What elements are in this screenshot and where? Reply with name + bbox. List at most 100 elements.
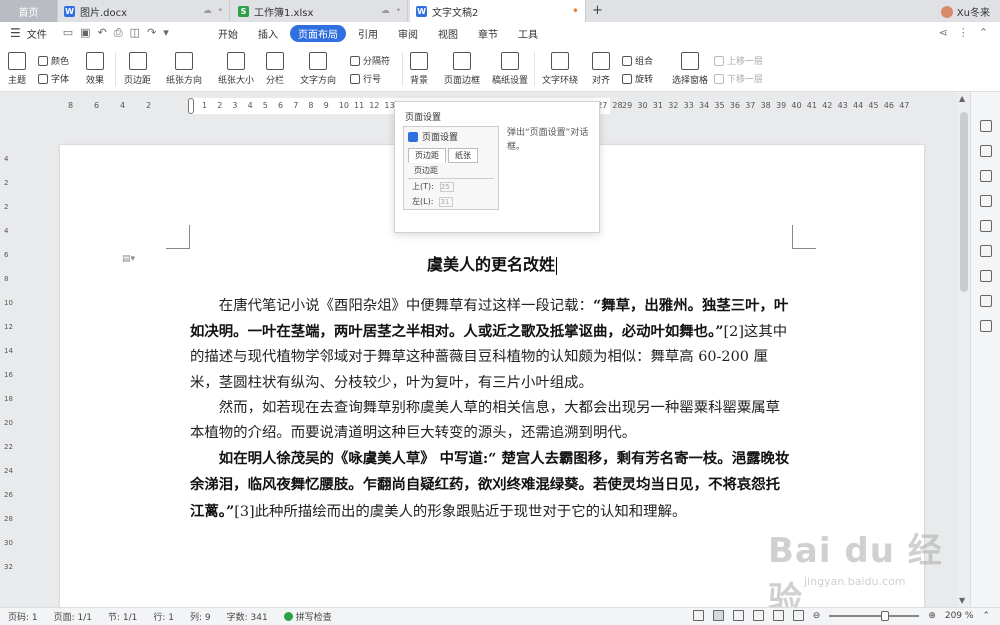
zoom-slider[interactable] [829, 610, 920, 621]
menu-tools[interactable]: 工具 [510, 25, 546, 42]
paragraph-2[interactable]: 然而，如若现在去查询舞草别称虞美人草的相关信息，大都会出现另一种罂粟科罂粟属草本… [190, 396, 794, 446]
ruler-tick: 32 [668, 101, 679, 110]
scroll-thumb[interactable] [960, 112, 968, 292]
document-body[interactable]: 在唐代笔记小说《酉阳杂俎》中便舞草有过这样一段记载：“舞草，出雅州。独茎三叶，叶… [190, 293, 794, 525]
paragraph-3[interactable]: 如在明人徐茂吴的《咏虞美人草》 中写道:“ 楚宫人去霸图移，剩有芳名寄一枝。浥露… [190, 446, 794, 525]
style-icon[interactable] [979, 145, 992, 157]
font-button[interactable]: 字体 [38, 72, 69, 85]
read-mode-icon[interactable] [772, 610, 784, 621]
group-button[interactable]: 组合 [622, 54, 653, 67]
vertical-ruler[interactable]: 4 2 2 4 6 8 10 12 14 16 18 20 22 24 26 28 30 32 [4, 145, 14, 605]
collapse-icon[interactable]: ⌃ [979, 26, 988, 39]
save-icon[interactable]: ▣ [80, 26, 90, 40]
cloud-icon[interactable]: ☁ [381, 6, 390, 16]
send-backward-button[interactable]: 下移一层 [714, 72, 763, 85]
manuscript-button[interactable]: 稿纸设置 [492, 52, 528, 86]
ruler-tick: 10 [338, 101, 349, 110]
tab-home[interactable]: 首页 [0, 0, 58, 22]
menu-review[interactable]: 审阅 [390, 25, 426, 42]
translate-icon[interactable] [979, 320, 992, 332]
redo-icon[interactable]: ↷ [147, 26, 156, 40]
theme-button[interactable]: 主题 [8, 52, 26, 86]
align-button[interactable]: 对齐 [592, 52, 610, 86]
indent-marker[interactable] [188, 98, 194, 114]
bring-forward-button[interactable]: 上移一层 [714, 54, 763, 67]
menu-start[interactable]: 开始 [210, 25, 246, 42]
user-account[interactable]: Xu冬来 [940, 4, 990, 19]
margin-corner [792, 225, 816, 249]
zoom-in-icon[interactable]: ⊕ [928, 611, 936, 621]
avatar [940, 5, 953, 18]
zoom-out-icon[interactable]: ⊖ [813, 611, 821, 621]
tab-workbook-xlsx[interactable]: S 工作簿1.xlsx ☁ • [232, 0, 408, 22]
tab-label: 文字文稿2 [432, 7, 479, 19]
menu-icon[interactable]: ☰ [10, 26, 21, 40]
zoom-level[interactable]: 209 % [945, 611, 974, 621]
menu-view[interactable]: 视图 [430, 25, 466, 42]
text-caret [556, 256, 557, 275]
lock-icon[interactable] [979, 245, 992, 257]
rotate-button[interactable]: 旋转 [622, 72, 653, 85]
cloud-icon[interactable]: ☁ [203, 6, 212, 16]
print-icon[interactable]: ⎙ [114, 26, 123, 40]
new-tab-button[interactable]: + [592, 3, 603, 18]
spell-check-button[interactable]: 拼写检查 [283, 610, 332, 623]
line-number-icon [350, 73, 360, 84]
scroll-up-icon[interactable]: ▲ [959, 94, 965, 103]
fit-page-icon[interactable] [692, 610, 704, 621]
file-menu[interactable]: 文件 [27, 26, 47, 41]
ruler-tick: 46 [883, 101, 894, 110]
close-tab-icon[interactable]: • [396, 6, 401, 16]
menu-insert[interactable]: 插入 [250, 25, 286, 42]
web-view-icon[interactable] [752, 610, 764, 621]
shape-icon[interactable] [979, 195, 992, 207]
open-icon[interactable]: ▭ [63, 26, 73, 40]
zoom-slider-knob[interactable] [881, 610, 890, 621]
effect-button[interactable]: 效果 [86, 52, 104, 86]
page-border-icon [453, 52, 471, 70]
tab-document-2[interactable]: W 文字文稿2 • [410, 0, 586, 22]
text-direction-button[interactable]: 文字方向 [300, 52, 336, 86]
separator-button[interactable]: 分隔符 [350, 54, 390, 67]
ruler-tick: 3 [232, 101, 238, 110]
eye-protect-icon[interactable] [792, 610, 804, 621]
vertical-scrollbar[interactable]: ▲ ▼ [958, 92, 970, 607]
select-icon[interactable] [979, 220, 992, 232]
text-wrap-button[interactable]: 文字环绕 [542, 52, 578, 86]
undo-icon[interactable]: ↶ [98, 26, 107, 40]
page-view-icon[interactable] [712, 610, 724, 621]
color-button[interactable]: 颜色 [38, 54, 69, 67]
select-pane-button[interactable]: 选择窗格 [672, 52, 708, 86]
close-tab-icon[interactable]: • [218, 6, 223, 16]
menu-references[interactable]: 引用 [350, 25, 386, 42]
share-icon[interactable]: ⋖ [939, 26, 948, 39]
page-border-button[interactable]: 页面边框 [444, 52, 480, 86]
tab-image-docx[interactable]: W 图片.docx ☁ • [58, 0, 230, 22]
status-word-count[interactable]: 字数: 341 [227, 610, 268, 623]
line-number-button[interactable]: 行号 [350, 72, 381, 85]
more-icon[interactable]: ⋮ [958, 26, 969, 39]
columns-button[interactable]: 分栏 [266, 52, 284, 86]
tab-label: 图片.docx [80, 7, 128, 19]
paper-size-button[interactable]: 纸张大小 [218, 52, 254, 86]
preview-icon[interactable]: ◫ [130, 26, 140, 40]
unsaved-dot-icon[interactable]: • [572, 4, 579, 18]
fill-icon[interactable] [979, 170, 992, 182]
paragraph-1[interactable]: 在唐代笔记小说《酉阳杂俎》中便舞草有过这样一段记载：“舞草，出雅州。独茎三叶，叶… [190, 293, 794, 396]
margin-button[interactable]: 页边距 [124, 52, 151, 86]
history-icon[interactable] [979, 295, 992, 307]
settings-icon[interactable] [979, 270, 992, 282]
dropdown-icon[interactable]: ▾ [163, 26, 169, 40]
menu-page-layout[interactable]: 页面布局 [290, 25, 346, 42]
ruler-tick: 9 [323, 101, 329, 110]
document-title[interactable]: 虞美人的更名改姓 [60, 251, 924, 275]
ruler-tick: 1 [202, 101, 208, 110]
dialog-preview: 页面设置 页边距 纸张 页边距 上(T): 25 左(L): 31 [403, 126, 499, 210]
zoom-dropdown-icon[interactable]: ⌃ [982, 611, 990, 621]
outline-view-icon[interactable] [732, 610, 744, 621]
edit-icon[interactable] [979, 120, 992, 132]
orientation-button[interactable]: 纸张方向 [166, 52, 202, 86]
scroll-down-icon[interactable]: ▼ [959, 596, 965, 605]
menu-chapter[interactable]: 章节 [470, 25, 506, 42]
background-button[interactable]: 背景 [410, 52, 428, 86]
